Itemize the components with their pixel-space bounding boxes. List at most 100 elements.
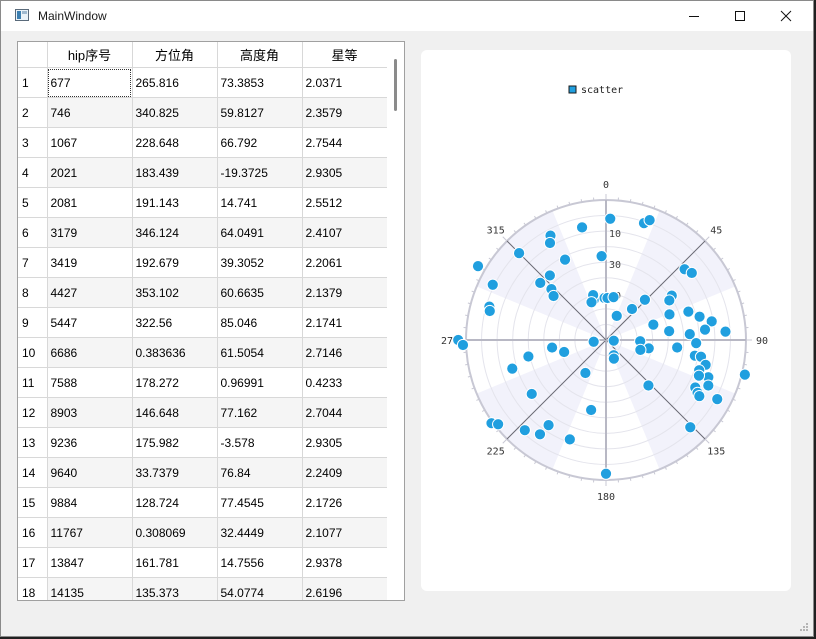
maximize-button[interactable] <box>717 1 763 31</box>
cell-azimuth[interactable]: 178.272 <box>132 367 218 398</box>
row-header[interactable]: 9 <box>18 307 48 338</box>
row-header[interactable]: 4 <box>18 157 48 188</box>
cell-altitude[interactable]: 14.741 <box>217 187 303 218</box>
table-row[interactable]: 11 7588 178.272 0.96991 0.4233 <box>18 367 388 398</box>
cell-azimuth[interactable]: 0.383636 <box>132 337 218 368</box>
minimize-button[interactable] <box>671 1 717 31</box>
table-row[interactable]: 5 2081 191.143 14.741 2.5512 <box>18 187 388 218</box>
cell-altitude[interactable]: 54.0774 <box>217 577 303 600</box>
cell-altitude[interactable]: 73.3853 <box>217 67 303 98</box>
cell-azimuth[interactable]: 128.724 <box>132 487 218 518</box>
row-header[interactable]: 7 <box>18 247 48 278</box>
scrollbar-thumb[interactable] <box>394 59 397 111</box>
vertical-scrollbar[interactable] <box>387 42 404 600</box>
table-row[interactable]: 2 746 340.825 59.8127 2.3579 <box>18 97 388 128</box>
cell-azimuth[interactable]: 175.982 <box>132 427 218 458</box>
row-header[interactable]: 10 <box>18 337 48 368</box>
column-header-magnitude[interactable]: 星等 <box>302 42 388 68</box>
cell-magnitude[interactable]: 2.1379 <box>302 277 388 308</box>
cell-hip[interactable]: 677 <box>47 67 133 98</box>
table-row[interactable]: 12 8903 146.648 77.162 2.7044 <box>18 397 388 428</box>
column-header-altitude[interactable]: 高度角 <box>217 42 303 68</box>
cell-magnitude[interactable]: 2.1726 <box>302 487 388 518</box>
cell-altitude[interactable]: 0.96991 <box>217 367 303 398</box>
column-header-azimuth[interactable]: 方位角 <box>132 42 218 68</box>
cell-azimuth[interactable]: 146.648 <box>132 397 218 428</box>
cell-magnitude[interactable]: 2.6196 <box>302 577 388 600</box>
cell-altitude[interactable]: 77.4545 <box>217 487 303 518</box>
cell-azimuth[interactable]: 353.102 <box>132 277 218 308</box>
cell-altitude[interactable]: -3.578 <box>217 427 303 458</box>
cell-azimuth[interactable]: 192.679 <box>132 247 218 278</box>
column-header-hip[interactable]: hip序号 <box>47 42 133 68</box>
cell-hip[interactable]: 9884 <box>47 487 133 518</box>
cell-hip[interactable]: 5447 <box>47 307 133 338</box>
cell-azimuth[interactable]: 265.816 <box>132 67 218 98</box>
cell-hip[interactable]: 11767 <box>47 517 133 548</box>
star-table[interactable]: hip序号 方位角 高度角 星等 1 677 265.816 73.3853 2.037… <box>17 41 405 601</box>
cell-magnitude[interactable]: 2.1077 <box>302 517 388 548</box>
row-header[interactable]: 8 <box>18 277 48 308</box>
table-row[interactable]: 4 2021 183.439 -19.3725 2.9305 <box>18 157 388 188</box>
cell-hip[interactable]: 6686 <box>47 337 133 368</box>
table-row[interactable]: 16 11767 0.308069 32.4449 2.1077 <box>18 517 388 548</box>
cell-azimuth[interactable]: 0.308069 <box>132 517 218 548</box>
close-button[interactable] <box>763 1 809 31</box>
row-header[interactable]: 3 <box>18 127 48 158</box>
row-header[interactable]: 2 <box>18 97 48 128</box>
table-row[interactable]: 9 5447 322.56 85.046 2.1741 <box>18 307 388 338</box>
table-row[interactable]: 1 677 265.816 73.3853 2.0371 <box>18 67 388 98</box>
cell-altitude[interactable]: 14.7556 <box>217 547 303 578</box>
cell-magnitude[interactable]: 2.4107 <box>302 217 388 248</box>
table-row[interactable]: 8 4427 353.102 60.6635 2.1379 <box>18 277 388 308</box>
row-header[interactable]: 18 <box>18 577 48 600</box>
row-header[interactable]: 13 <box>18 427 48 458</box>
cell-azimuth[interactable]: 340.825 <box>132 97 218 128</box>
resize-grip-icon[interactable] <box>799 622 809 632</box>
cell-magnitude[interactable]: 2.1741 <box>302 307 388 338</box>
cell-magnitude[interactable]: 2.2061 <box>302 247 388 278</box>
table-row[interactable]: 13 9236 175.982 -3.578 2.9305 <box>18 427 388 458</box>
cell-altitude[interactable]: 66.792 <box>217 127 303 158</box>
cell-magnitude[interactable]: 2.9305 <box>302 157 388 188</box>
cell-hip[interactable]: 9640 <box>47 457 133 488</box>
cell-altitude[interactable]: 61.5054 <box>217 337 303 368</box>
cell-magnitude[interactable]: 2.7544 <box>302 127 388 158</box>
table-row[interactable]: 17 13847 161.781 14.7556 2.9378 <box>18 547 388 578</box>
cell-azimuth[interactable]: 346.124 <box>132 217 218 248</box>
cell-hip[interactable]: 3419 <box>47 247 133 278</box>
cell-altitude[interactable]: 76.84 <box>217 457 303 488</box>
cell-hip[interactable]: 13847 <box>47 547 133 578</box>
cell-hip[interactable]: 9236 <box>47 427 133 458</box>
cell-altitude[interactable]: 85.046 <box>217 307 303 338</box>
cell-hip[interactable]: 14135 <box>47 577 133 600</box>
cell-hip[interactable]: 2021 <box>47 157 133 188</box>
cell-altitude[interactable]: 39.3052 <box>217 247 303 278</box>
row-header[interactable]: 12 <box>18 397 48 428</box>
cell-magnitude[interactable]: 2.0371 <box>302 67 388 98</box>
cell-hip[interactable]: 4427 <box>47 277 133 308</box>
cell-azimuth[interactable]: 183.439 <box>132 157 218 188</box>
cell-hip[interactable]: 2081 <box>47 187 133 218</box>
cell-hip[interactable]: 746 <box>47 97 133 128</box>
cell-altitude[interactable]: 60.6635 <box>217 277 303 308</box>
cell-magnitude[interactable]: 2.3579 <box>302 97 388 128</box>
cell-azimuth[interactable]: 322.56 <box>132 307 218 338</box>
cell-azimuth[interactable]: 135.373 <box>132 577 218 600</box>
table-row[interactable]: 14 9640 33.7379 76.84 2.2409 <box>18 457 388 488</box>
cell-altitude[interactable]: 77.162 <box>217 397 303 428</box>
cell-azimuth[interactable]: 191.143 <box>132 187 218 218</box>
row-header[interactable]: 16 <box>18 517 48 548</box>
cell-hip[interactable]: 1067 <box>47 127 133 158</box>
table-row[interactable]: 15 9884 128.724 77.4545 2.1726 <box>18 487 388 518</box>
cell-magnitude[interactable]: 2.7044 <box>302 397 388 428</box>
cell-azimuth[interactable]: 228.648 <box>132 127 218 158</box>
table-row[interactable]: 7 3419 192.679 39.3052 2.2061 <box>18 247 388 278</box>
cell-hip[interactable]: 7588 <box>47 367 133 398</box>
row-header[interactable]: 5 <box>18 187 48 218</box>
cell-azimuth[interactable]: 161.781 <box>132 547 218 578</box>
cell-hip[interactable]: 8903 <box>47 397 133 428</box>
row-header[interactable]: 6 <box>18 217 48 248</box>
table-row[interactable]: 10 6686 0.383636 61.5054 2.7146 <box>18 337 388 368</box>
cell-magnitude[interactable]: 2.9378 <box>302 547 388 578</box>
